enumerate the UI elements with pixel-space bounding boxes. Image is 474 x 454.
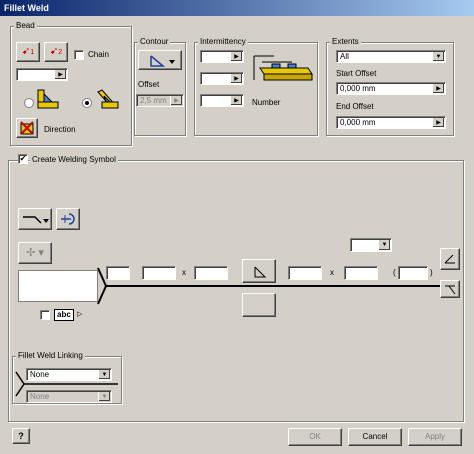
- size-field[interactable]: [142, 266, 176, 280]
- tail-icon: [444, 254, 455, 264]
- length-field[interactable]: [194, 266, 228, 280]
- paren-close: ): [430, 268, 433, 277]
- select-edge2-button[interactable]: ➹2: [44, 42, 68, 62]
- help-button[interactable]: ?: [12, 428, 30, 444]
- chevron-right-icon: ▶: [432, 118, 444, 127]
- window-title: Fillet Weld: [0, 0, 474, 16]
- prefix-field[interactable]: [106, 266, 130, 280]
- arrow-end-button[interactable]: [440, 280, 460, 298]
- fillet-angle-icon: [97, 89, 119, 109]
- direction-button[interactable]: [16, 118, 38, 138]
- direction-icon: [20, 121, 34, 135]
- arrow-icon: ➹: [21, 46, 31, 57]
- other-side-symbol-button[interactable]: [242, 293, 276, 317]
- chevron-right-icon: ▶: [230, 52, 242, 61]
- linking-dropdown-1[interactable]: None ▼: [26, 368, 112, 381]
- apply-button[interactable]: Apply: [408, 428, 462, 446]
- extents-dropdown[interactable]: All ▼: [336, 50, 446, 63]
- field-weld-icon: ✢ ▾: [26, 247, 44, 259]
- symbol-top-dropdown[interactable]: ▼: [350, 238, 392, 252]
- bead-dropdown[interactable]: ▶: [16, 68, 68, 81]
- select-edge1-button[interactable]: ➹1: [16, 42, 40, 62]
- x-separator-1: x: [182, 268, 186, 277]
- bead-group-label: Bead: [14, 21, 37, 30]
- intermittency-field-3[interactable]: ▶: [200, 94, 244, 107]
- tail-note-box[interactable]: [18, 270, 98, 302]
- contour-button[interactable]: [138, 50, 182, 70]
- bead-option1-radio[interactable]: [24, 98, 34, 108]
- weld-arrow-icon: [23, 216, 49, 224]
- number-label: Number: [252, 98, 281, 107]
- chevron-right-icon: ▶: [432, 84, 444, 93]
- create-welding-symbol-label: Create Welding Symbol: [30, 155, 118, 164]
- ok-button[interactable]: OK: [288, 428, 342, 446]
- create-welding-symbol-checkbox[interactable]: ✔: [18, 154, 28, 164]
- help-icon: ?: [18, 431, 24, 441]
- intermittency-field-1[interactable]: ▶: [200, 50, 244, 63]
- fillet-symbol-icon: [254, 266, 267, 278]
- offset-spinner[interactable]: 2,5 mm ▶: [136, 94, 184, 107]
- flip-icon: [61, 213, 75, 225]
- chevron-right-icon: ▶: [170, 96, 182, 105]
- intermittency-field-2[interactable]: ▶: [200, 72, 244, 85]
- fillet-corner-icon: [37, 89, 59, 109]
- end-offset-input[interactable]: 0,000 mm ▶: [336, 116, 446, 129]
- chevron-down-icon: ▶: [54, 70, 66, 79]
- start-offset-input[interactable]: 0,000 mm ▶: [336, 82, 446, 95]
- field-weld-button[interactable]: ✢ ▾: [18, 242, 52, 264]
- x-separator-2: x: [330, 268, 334, 277]
- chevron-right-icon: ▶: [230, 74, 242, 83]
- tag-arrow-icon: ▷: [77, 311, 83, 318]
- start-offset-label: Start Offset: [336, 69, 377, 78]
- offset-label: Offset: [138, 80, 160, 89]
- pitch-field[interactable]: [344, 266, 378, 280]
- direction-label: Direction: [44, 125, 76, 134]
- intermittent-weld-icon: [253, 55, 313, 81]
- arrow-icon: ➹: [49, 46, 59, 57]
- flip-symbol-button[interactable]: [56, 208, 80, 230]
- cancel-button[interactable]: Cancel: [348, 428, 402, 446]
- abc-note-tag: abc: [54, 309, 74, 321]
- weld-symbol-button[interactable]: [242, 259, 276, 283]
- linking-dropdown-2[interactable]: None ▼: [26, 390, 112, 403]
- arrow-end-icon: [445, 285, 456, 295]
- linking-group-label: Fillet Weld Linking: [16, 351, 85, 360]
- count-field[interactable]: [288, 266, 322, 280]
- stagger-field[interactable]: [398, 266, 428, 280]
- chain-checkbox[interactable]: [74, 50, 84, 60]
- contour-group-label: Contour: [138, 37, 171, 46]
- chevron-down-icon: ▼: [432, 52, 444, 61]
- fillet-contour-icon: [150, 55, 175, 67]
- chevron-down-icon: ▼: [98, 392, 110, 401]
- bead-option2-radio[interactable]: [82, 98, 92, 108]
- intermittency-group-label: Intermittency: [198, 37, 248, 46]
- arrow-side-button[interactable]: [18, 208, 52, 230]
- paren-open: (: [393, 268, 396, 277]
- chevron-right-icon: ▶: [230, 96, 242, 105]
- extents-group-label: Extents: [330, 37, 361, 46]
- chain-label: Chain: [88, 50, 109, 59]
- chevron-down-icon: ▼: [378, 240, 390, 250]
- identification-checkbox[interactable]: [40, 310, 50, 320]
- chevron-down-icon: ▼: [98, 370, 110, 379]
- end-offset-label: End Offset: [336, 102, 374, 111]
